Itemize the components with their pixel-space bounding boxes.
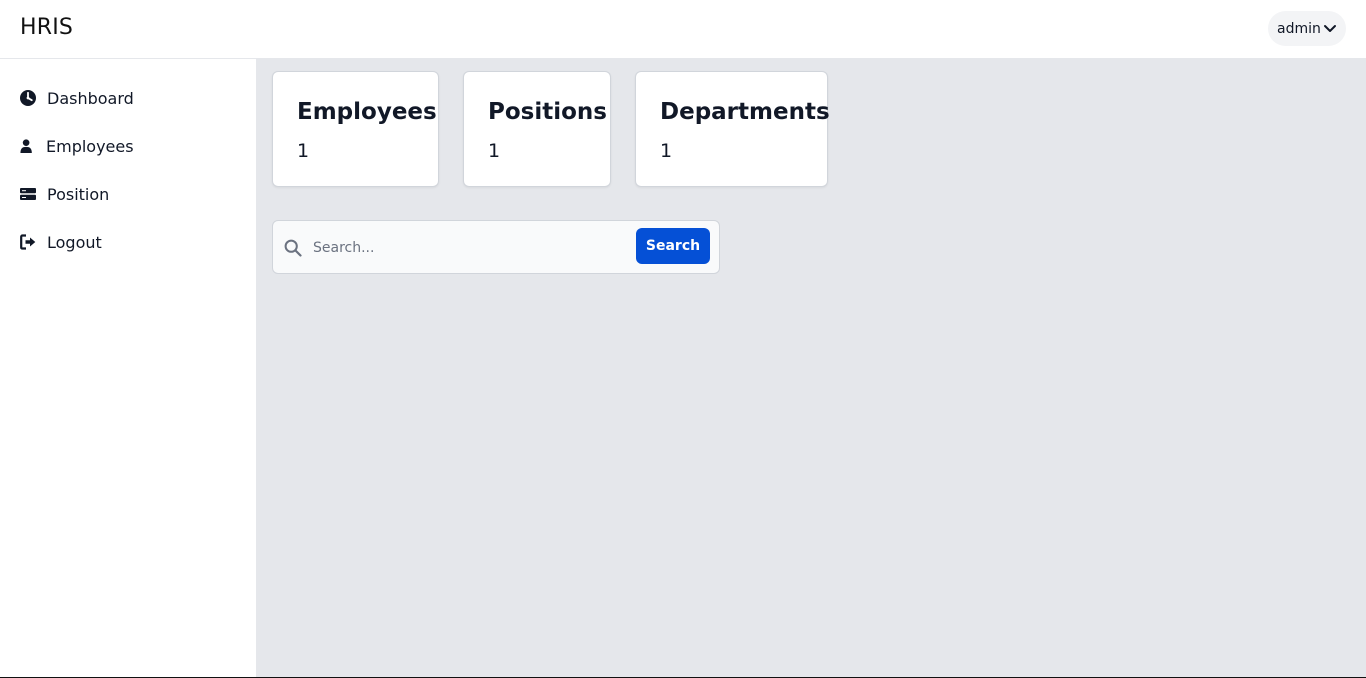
sidebar-item-logout[interactable]: Logout [20,228,102,256]
search-bar: Search [272,220,720,274]
dashboard-gauge-icon [20,90,36,106]
user-menu-button[interactable]: admin [1268,11,1346,46]
stat-card-departments: Departments 1 [635,71,830,187]
main-content: Employees 1 Positions 1 Departments 1 Se… [256,59,1366,677]
app-brand[interactable]: HRIS [20,15,73,40]
sidebar-item-label: Dashboard [47,88,134,108]
stat-card-title: Positions [488,99,607,125]
server-icon [20,188,36,200]
stat-card-count: 1 [488,140,501,162]
sidebar: Dashboard Employees Position Logout [0,59,256,678]
sidebar-item-dashboard[interactable]: Dashboard [20,84,134,112]
chevron-down-icon [1324,25,1336,32]
search-icon [284,239,302,257]
logout-icon [20,234,36,250]
sidebar-item-label: Employees [46,136,134,156]
sidebar-item-position[interactable]: Position [20,180,109,208]
search-button[interactable]: Search [636,228,710,264]
stat-card-title: Departments [660,99,830,125]
stat-card-title: Employees [297,99,437,125]
sidebar-item-label: Position [47,184,110,204]
stat-card-employees: Employees 1 [272,71,439,187]
search-input[interactable] [313,235,623,261]
stat-card-count: 1 [297,140,310,162]
stat-card-positions: Positions 1 [463,71,611,187]
user-menu-label: admin [1277,20,1321,37]
sidebar-item-employees[interactable]: Employees [20,132,134,160]
top-bar: HRIS admin [0,0,1366,59]
sidebar-item-label: Logout [47,232,102,252]
stat-card-count: 1 [660,140,673,162]
user-icon [20,139,32,153]
